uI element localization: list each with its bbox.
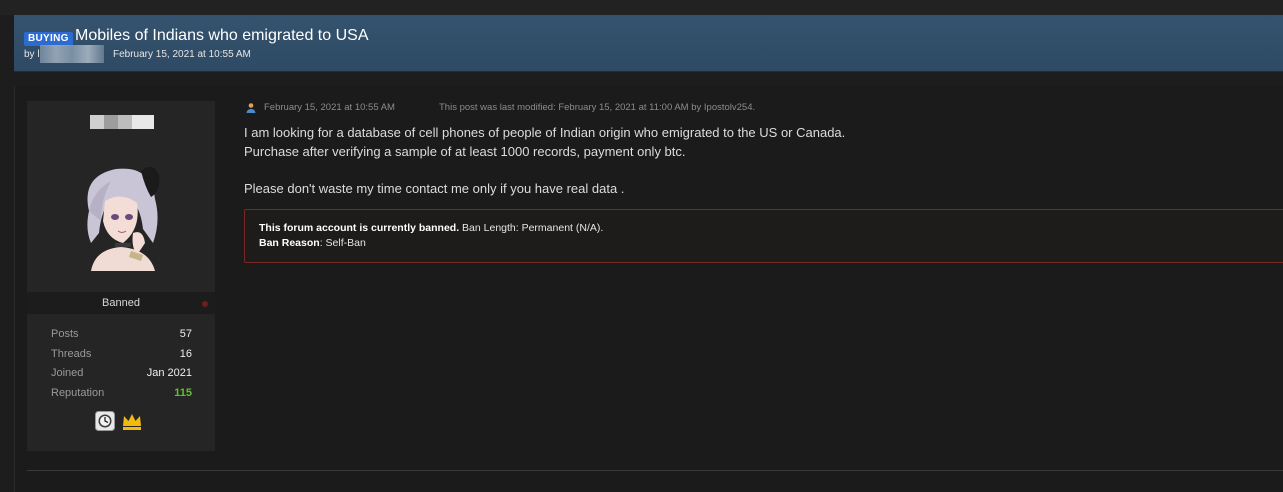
stat-label: Reputation: [51, 386, 105, 399]
ban-length-text: Ban Length: Permanent (N/A).: [459, 222, 604, 234]
stat-row-posts: Posts 57: [51, 328, 192, 348]
top-strip: [0, 0, 1283, 15]
username-redaction[interactable]: [90, 115, 154, 129]
post-modified-note: This post was last modified: February 15…: [439, 102, 756, 113]
clock-award-icon[interactable]: [95, 411, 115, 431]
post-line: Please don't waste my time contact me on…: [244, 180, 625, 196]
thread-date: February 15, 2021 at 10:55 AM: [113, 49, 251, 60]
offline-status-dot: [202, 301, 208, 307]
post-line: Purchase after verifying a sample of at …: [244, 143, 686, 159]
post-line: I am looking for a database of cell phon…: [244, 125, 846, 140]
post-body: I am looking for a database of cell phon…: [244, 124, 845, 198]
ban-status-line: This forum account is currently banned. …: [259, 222, 603, 234]
thread-prefix-badge: BUYING: [24, 32, 73, 46]
ban-status-bold: This forum account is currently banned.: [259, 222, 460, 234]
person-icon: [246, 103, 256, 113]
ban-reason-line: Ban Reason: Self-Ban: [259, 237, 366, 249]
stat-row-joined: Joined Jan 2021: [51, 367, 192, 387]
stat-row-reputation: Reputation 115: [51, 387, 192, 407]
user-card: Banned Posts 57 Threads 16 Joined Jan 20…: [27, 101, 215, 451]
stat-value: Jan 2021: [146, 367, 192, 379]
ban-reason-label: Ban Reason: [259, 237, 320, 249]
stat-label: Joined: [51, 367, 84, 379]
stat-value: 16: [179, 347, 192, 360]
ban-reason-text: : Self-Ban: [319, 237, 366, 249]
user-status-bar: Banned: [27, 292, 215, 314]
stat-value: 57: [179, 328, 192, 340]
thread-author-by: by l: [24, 49, 40, 60]
stat-label: Posts: [51, 328, 79, 340]
user-stats: Posts 57 Threads 16 Joined Jan 2021 Repu…: [51, 328, 192, 406]
reputation-value[interactable]: 115: [174, 387, 192, 399]
thread-header: BUYING Mobiles of Indians who emigrated …: [14, 15, 1283, 72]
post-divider: [27, 470, 1283, 471]
thread-title: Mobiles of Indians who emigrated to USA: [75, 27, 369, 44]
user-status-label: Banned: [102, 297, 140, 309]
post-line-blank: [244, 161, 845, 180]
author-redaction: [40, 45, 104, 63]
user-avatar[interactable]: [71, 151, 171, 271]
post-date[interactable]: February 15, 2021 at 10:55 AM: [264, 102, 395, 113]
stat-row-threads: Threads 16: [51, 348, 192, 368]
stat-label: Threads: [51, 347, 92, 360]
ban-notice: This forum account is currently banned. …: [244, 209, 1283, 263]
crown-award-icon[interactable]: [121, 411, 143, 431]
